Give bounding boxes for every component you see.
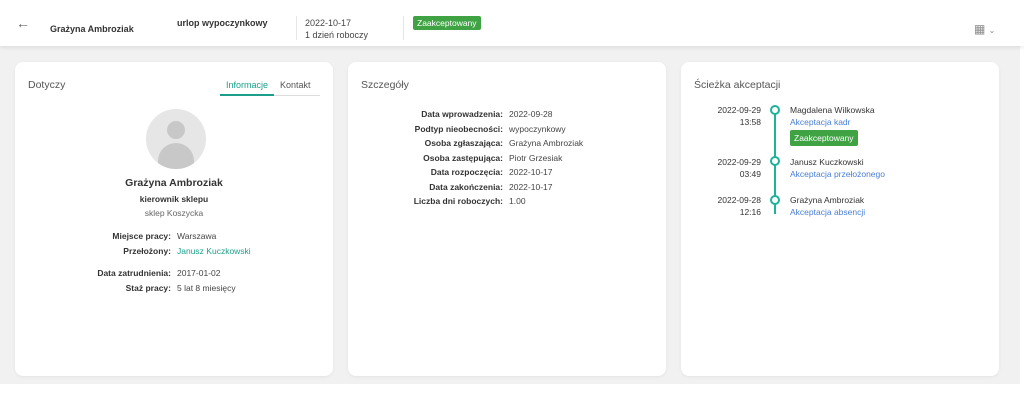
field-label: Przełożony:: [123, 246, 171, 256]
step-info: Grażyna Ambroziak Akceptacja absencji: [790, 194, 865, 218]
timeline-dot: [770, 105, 780, 115]
card-title: Szczegóły: [361, 79, 409, 91]
field-value: Grażyna Ambroziak: [509, 138, 584, 148]
supervisor-link[interactable]: Janusz Kuczkowski: [177, 244, 251, 259]
field-value: 2022-09-28: [509, 109, 553, 119]
tab-kontakt[interactable]: Kontakt: [274, 78, 317, 95]
employment-fields: Data zatrudnienia: Staż pracy: 2017-01-02…: [15, 266, 236, 296]
field-label: Podtyp nieobecności:: [414, 123, 503, 134]
absence-days: 1 dzień roboczy: [305, 30, 369, 40]
approval-path-card: Ścieżka akceptacji 2022-09-29 13:58 Magda…: [681, 62, 999, 376]
field-value: 5 lat 8 miesięcy: [177, 283, 236, 293]
field-value: 2022-10-17: [509, 181, 553, 192]
step-person: Janusz Kuczkowski: [790, 157, 864, 167]
field-label: Staż pracy:: [125, 283, 171, 293]
details-card: Szczegóły Data wprowadzenia: Podtyp nieo…: [348, 62, 666, 376]
person-position: kierownik sklepu: [139, 194, 209, 204]
details-fields: Data wprowadzenia: Podtyp nieobecności: …: [348, 107, 583, 209]
about-card: Dotyczy Informacje Kontakt Grażyna Ambro…: [15, 62, 333, 376]
field-value: 2017-01-02: [177, 268, 221, 278]
field-label: Liczba dni roboczych:: [413, 196, 503, 206]
field-label: Data zatrudnienia:: [97, 268, 171, 278]
absence-type: urlop wypoczynkowy: [177, 18, 268, 28]
step-role[interactable]: Akceptacja absencji: [790, 206, 865, 218]
step-role[interactable]: Akceptacja przełożonego: [790, 168, 885, 180]
step-datetime: 2022-09-29 13:58: [717, 105, 761, 127]
field-label: Osoba zastępująca:: [423, 152, 503, 163]
card-title: Ścieżka akceptacji: [694, 79, 781, 91]
step-person: Grażyna Ambroziak: [790, 195, 865, 205]
field-value: Warszawa: [177, 231, 217, 241]
field-label: Data wprowadzenia:: [421, 109, 503, 119]
divider: [296, 16, 297, 40]
step-datetime: 2022-09-28 12:16: [717, 195, 761, 217]
field-value: 2022-10-17: [509, 167, 553, 177]
timeline-dot: [770, 156, 780, 166]
field-label: Miejsce pracy:: [112, 231, 171, 241]
back-arrow-icon[interactable]: ←: [16, 16, 30, 30]
avatar: [146, 109, 206, 169]
field-value: Piotr Grzesiak: [509, 152, 563, 163]
step-info: Magdalena Wilkowska Akceptacja kadr Zaak…: [790, 104, 875, 146]
field-label: Data zakończenia:: [429, 181, 503, 192]
card-title: Dotyczy: [28, 79, 66, 91]
absence-dates: 2022-10-17 1 dzień roboczy: [305, 17, 368, 41]
step-datetime: 2022-09-29 03:49: [717, 157, 761, 179]
step-person: Magdalena Wilkowska: [790, 105, 875, 115]
tabs: Informacje Kontakt: [220, 78, 320, 96]
field-value: wypoczynkowy: [509, 123, 566, 134]
field-value: 1.00: [509, 196, 526, 206]
status-badge: Zaakceptowany: [413, 16, 481, 30]
divider: [403, 16, 404, 40]
tab-informacje[interactable]: Informacje: [220, 78, 275, 96]
layout-grid-icon[interactable]: ▦ ⌄: [974, 22, 995, 36]
step-status-badge: Zaakceptowany: [790, 130, 858, 146]
person-location: sklep Koszycka: [144, 208, 204, 218]
timeline-dot: [770, 195, 780, 205]
field-label: Data rozpoczęcia:: [430, 167, 503, 177]
field-label: Osoba zgłaszająca:: [424, 138, 503, 148]
person-name: Grażyna Ambroziak: [125, 177, 223, 189]
step-role[interactable]: Akceptacja kadr: [790, 116, 875, 128]
step-info: Janusz Kuczkowski Akceptacja przełożoneg…: [790, 156, 885, 180]
work-fields: Miejsce pracy: Przełożony: Warszawa Janusz…: [15, 229, 251, 259]
content-area: Dotyczy Informacje Kontakt Grażyna Ambro…: [0, 46, 1020, 384]
header: ← Grażyna Ambroziak urlop wypoczynkowy 2…: [0, 0, 1024, 46]
absence-date: 2022-10-17: [305, 18, 352, 28]
employee-name: Grażyna Ambroziak: [50, 24, 134, 34]
